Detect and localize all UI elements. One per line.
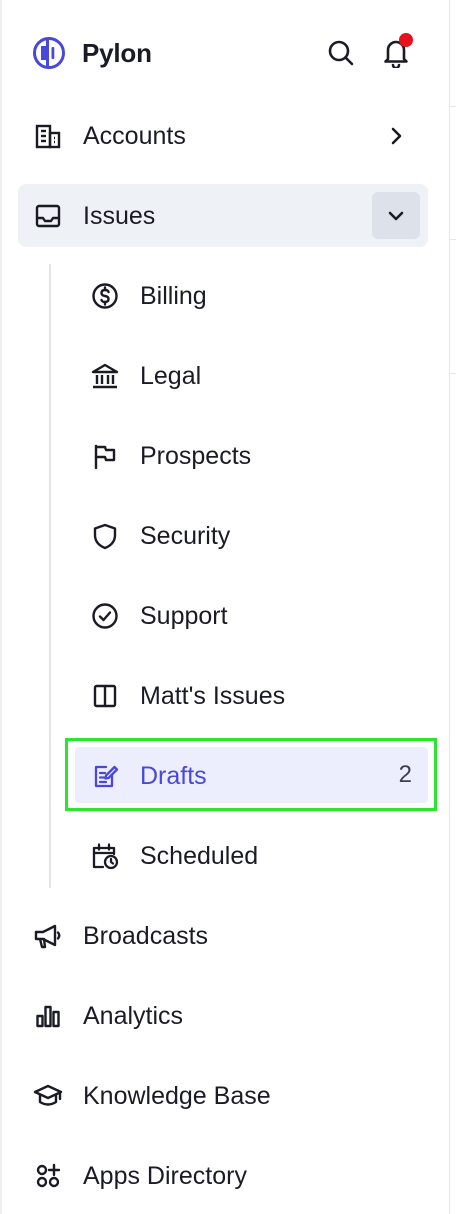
nav-item-broadcasts[interactable]: Broadcasts [33,908,428,964]
issues-view-prospects[interactable]: Prospects [90,428,428,484]
building-icon [33,121,63,151]
view-label: Legal [140,362,202,390]
nav-item-label: Accounts [83,122,186,150]
sidebar-left-edge [0,0,2,1214]
issues-view-support[interactable]: Support [90,588,428,644]
nav-item-knowledge-base[interactable]: Knowledge Base [33,1068,428,1124]
pylon-logo-icon [33,37,65,69]
chevron-down-icon [388,211,404,220]
bank-icon [90,361,120,391]
nav-item-accounts[interactable]: Accounts [33,108,428,164]
apps-plus-icon [33,1161,63,1191]
nav-item-label: Knowledge Base [83,1082,271,1110]
main-pane-edge [450,0,456,1214]
check-circle-icon [90,601,120,631]
notifications-button[interactable] [379,33,413,70]
nav-item-analytics[interactable]: Analytics [33,988,428,1044]
view-label: Billing [140,282,207,310]
nav-item-issues[interactable]: Issues [33,188,363,244]
drafts-count-badge: 2 [398,761,412,788]
issues-collapse-button[interactable] [372,192,420,239]
calendar-clock-icon [90,841,120,871]
issues-tree-line [49,264,51,888]
columns-icon [90,681,120,711]
issues-view-security[interactable]: Security [90,508,428,564]
chevron-right-icon[interactable] [380,120,412,152]
view-label: Matt's Issues [140,682,286,710]
nav-item-label: Broadcasts [83,922,209,950]
issues-view-matts-issues[interactable]: Matt's Issues [90,668,428,724]
view-label: Scheduled [140,842,259,870]
app-name: Pylon [82,38,152,68]
view-label: Drafts [140,762,207,790]
flag-icon [90,441,120,471]
notification-dot [399,33,413,47]
nav-item-label: Analytics [83,1002,184,1030]
view-label: Support [140,602,228,630]
inbox-icon [33,201,63,231]
issues-view-scheduled[interactable]: Scheduled [90,828,428,884]
nav-item-label: Apps Directory [83,1162,247,1190]
issues-view-drafts[interactable]: Drafts 2 [90,748,428,804]
bar-chart-icon [33,1001,63,1031]
search-icon[interactable] [324,36,358,70]
nav-item-label: Issues [83,202,156,230]
view-label: Prospects [140,442,252,470]
dollar-circle-icon [90,281,120,311]
issues-view-legal[interactable]: Legal [90,348,428,404]
issues-view-billing[interactable]: Billing [90,268,428,324]
edit-note-icon [90,761,120,791]
megaphone-icon [33,921,63,951]
nav-item-apps-directory[interactable]: Apps Directory [33,1148,428,1204]
shield-icon [90,521,120,551]
graduation-cap-icon [33,1081,63,1111]
sidebar-header: Pylon [0,0,450,104]
view-label: Security [140,522,231,550]
